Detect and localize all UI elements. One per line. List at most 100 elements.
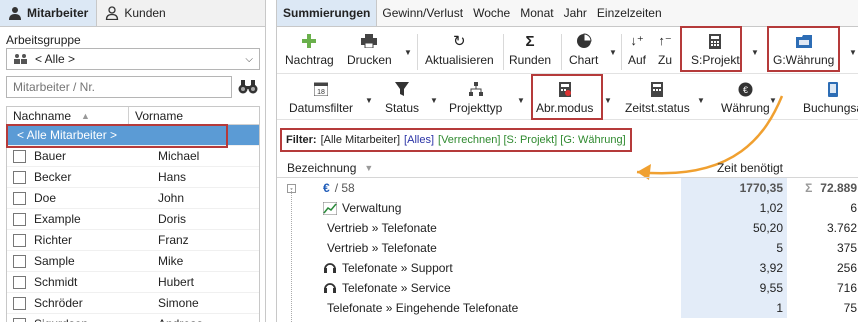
plus-icon [299, 32, 319, 50]
binoculars-icon[interactable] [238, 78, 258, 96]
tab-summierungen[interactable]: Summierungen [277, 0, 378, 26]
tab-gewinn-verlust[interactable]: Gewinn/Verlust [377, 0, 468, 26]
employee-firstname: Michael [158, 149, 200, 163]
employee-checkbox[interactable] [13, 233, 26, 247]
sort-desc-button[interactable]: ↑⁻ Zu [655, 32, 675, 67]
tab-mitarbeiter-label: Mitarbeiter [27, 6, 89, 20]
left-tabbar: Mitarbeiter Kunden [0, 0, 265, 27]
currency-sum-row[interactable]: - € / 58 1770,35 Σ 72.889 [277, 178, 858, 198]
headset-icon [323, 261, 337, 275]
col-bezeichnung[interactable]: Bezeichnung ▼ [277, 161, 681, 175]
row-time: 1,02 [681, 198, 787, 218]
sigma-icon: Σ [525, 32, 535, 50]
col-nachname-label: Nachname [13, 108, 72, 123]
summary-grid: Bezeichnung ▼ Zeit benötigt - € / 58 177… [277, 158, 858, 322]
projekttyp-button[interactable]: Projekttyp [449, 80, 502, 115]
chart-label: Chart [569, 53, 599, 67]
s-projekt-dropdown-icon[interactable]: ▼ [751, 48, 759, 57]
row-amount: 75 [843, 301, 857, 315]
chart-button[interactable]: Chart [569, 32, 598, 67]
employee-checkbox[interactable] [13, 296, 26, 310]
tree-guide [291, 188, 292, 322]
drucken-dropdown-icon[interactable]: ▼ [404, 48, 412, 57]
employee-row[interactable]: Bauer Michael [7, 146, 259, 167]
group-select[interactable]: < Alle > ⌵ [6, 48, 260, 70]
buchungsart-button[interactable]: Buchungsa [803, 80, 858, 115]
employee-checkbox[interactable] [13, 149, 26, 163]
status-dropdown-icon[interactable]: ▼ [430, 96, 438, 105]
highlight-s-projekt [680, 26, 742, 72]
tab-einzelzeiten[interactable]: Einzelzeiten [592, 0, 667, 26]
report-panel: Summierungen Gewinn/Verlust Woche Monat … [276, 0, 858, 322]
employee-checkbox[interactable] [13, 254, 26, 268]
summary-row[interactable]: Telefonate » Support 3,92 256 [277, 258, 858, 278]
funnel-icon [392, 80, 412, 98]
row-time: 50,20 [681, 218, 787, 238]
drucken-button[interactable]: Drucken [347, 32, 392, 67]
employee-search-input[interactable] [6, 76, 232, 98]
summary-row[interactable]: Vertrieb » Telefonate 5 375 [277, 238, 858, 258]
summary-row[interactable]: Telefonate » Service 9,55 716 [277, 278, 858, 298]
employee-row[interactable]: Becker Hans [7, 167, 259, 188]
sort-descending-icon: ↑⁻ [658, 33, 672, 48]
status-button[interactable]: Status [385, 80, 419, 115]
row-amount: 716 [836, 281, 857, 295]
summary-row[interactable]: Telefonate » Eingehende Telefonate 1 75 [277, 298, 858, 318]
employee-panel: Mitarbeiter Kunden Arbeitsgruppe < Alle … [0, 0, 266, 322]
datumsfilter-label: Datumsfilter [289, 101, 354, 115]
phone-device-icon [823, 80, 843, 98]
tab-mitarbeiter[interactable]: Mitarbeiter [0, 0, 98, 26]
col-nachname[interactable]: Nachname ▲ [7, 107, 129, 124]
employee-checkbox[interactable] [13, 170, 26, 184]
employee-firstname: Simone [158, 296, 199, 310]
tab-kunden[interactable]: Kunden [97, 0, 173, 26]
employee-row[interactable]: Doe John [7, 188, 259, 209]
calendar-icon: 18 [311, 80, 331, 98]
aktualisieren-button[interactable]: ↻ Aktualisieren [425, 32, 494, 67]
employee-row[interactable]: Example Doris [7, 209, 259, 230]
employee-checkbox[interactable] [13, 317, 26, 322]
nachtrag-button[interactable]: Nachtrag [285, 32, 334, 67]
tab-jahr[interactable]: Jahr [559, 0, 592, 26]
employee-lastname: Doe [34, 191, 57, 205]
employee-row[interactable]: SigurdsonAndreas [7, 314, 259, 322]
datumsfilter-button[interactable]: 18 Datumsfilter [289, 80, 353, 115]
employee-firstname: Doris [158, 212, 187, 226]
employee-checkbox[interactable] [13, 275, 26, 289]
g-waehrung-dropdown-icon[interactable]: ▼ [849, 48, 857, 57]
employee-row[interactable]: Schmidt Hubert [7, 272, 259, 293]
employee-row[interactable]: Sample Mike [7, 251, 259, 272]
sort-asc-button[interactable]: ↓⁺ Auf [627, 32, 647, 67]
runden-button[interactable]: Σ Runden [509, 32, 551, 68]
row-amount: 375 [836, 241, 857, 255]
summary-row[interactable]: Verwaltung 1,02 6 [277, 198, 858, 218]
person-outline-icon [106, 6, 119, 20]
col-vorname[interactable]: Vorname [129, 107, 189, 124]
divider [503, 34, 504, 70]
tab-woche[interactable]: Woche [468, 0, 515, 26]
printer-icon [359, 32, 379, 50]
summary-grid-header: Bezeichnung ▼ Zeit benötigt [277, 158, 858, 178]
zu-label: Zu [657, 53, 672, 67]
filter-summary: Filter: [Alle Mitarbeiter] [Alles] [Verr… [280, 128, 632, 152]
sum-amount-cell: Σ 72.889 [787, 178, 858, 198]
datumsfilter-dropdown-icon[interactable]: ▼ [365, 96, 373, 105]
employee-lastname: Example [34, 212, 81, 226]
highlight-g-waehrung [767, 26, 840, 72]
employee-checkbox[interactable] [13, 191, 26, 205]
summary-rows: Verwaltung 1,02 6 Vertrieb » Telefonate 50,2… [277, 198, 858, 318]
employee-checkbox[interactable] [13, 212, 26, 226]
col-zeit-benoetigt[interactable]: Zeit benötigt [681, 161, 787, 175]
tab-monat[interactable]: Monat [515, 0, 558, 26]
highlight-all-employees [6, 124, 228, 148]
employee-row[interactable]: Richter Franz [7, 230, 259, 251]
projekttyp-label: Projekttyp [449, 101, 503, 115]
chart-dropdown-icon[interactable]: ▼ [609, 48, 617, 57]
projekttyp-dropdown-icon[interactable]: ▼ [517, 96, 525, 105]
row-label: Telefonate » Service [342, 281, 451, 295]
summary-row[interactable]: Vertrieb » Telefonate 50,20 3.762 [277, 218, 858, 238]
employee-lastname: Sigurdson [34, 317, 142, 322]
employee-row[interactable]: Schröder Simone [7, 293, 259, 314]
chevron-down-icon: ⌵ [245, 53, 253, 65]
sort-desc-icon: ▼ [364, 162, 374, 173]
